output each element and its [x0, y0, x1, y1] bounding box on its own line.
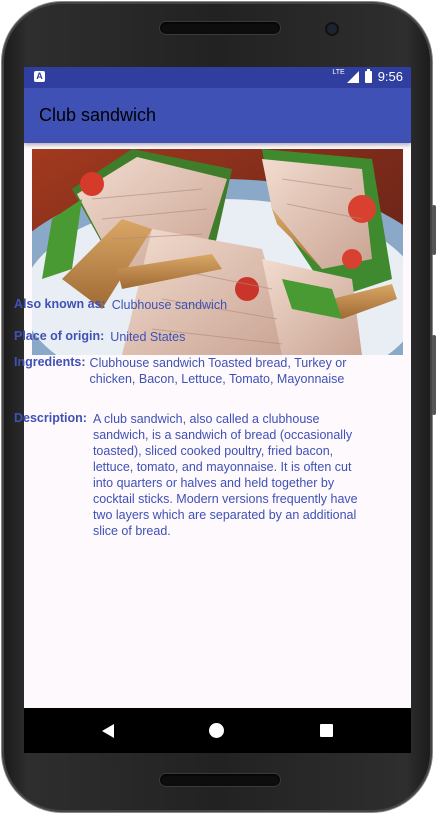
screen: A LTE 9:56 Club sandwich: [24, 67, 411, 752]
volume-button: [432, 205, 436, 255]
origin-value: United States: [110, 330, 186, 344]
ingredients-value: Clubhouse sandwich Toasted bread, Turkey…: [89, 356, 347, 386]
status-indicators: LTE 9:56: [332, 68, 403, 84]
recent-apps-icon[interactable]: [320, 724, 333, 737]
description-label: Description:: [14, 411, 87, 425]
navigation-bar: [24, 708, 411, 753]
lte-label: LTE: [332, 69, 345, 76]
bottom-speaker: [160, 774, 280, 786]
page-title: Club sandwich: [39, 105, 157, 125]
back-icon[interactable]: [102, 724, 114, 738]
also-known-as-label: Also known as:: [14, 297, 106, 311]
status-bar: A LTE 9:56: [24, 67, 411, 88]
also-known-as-value: Clubhouse sandwich: [111, 298, 228, 312]
also-known-as-row: Also known as: Clubhouse sandwich: [14, 297, 227, 313]
notification-a-icon: A: [34, 71, 45, 82]
power-button: [432, 335, 436, 415]
signal-icon: [346, 70, 359, 83]
status-time: 9:56: [377, 69, 403, 84]
description-row: Description: A club sandwich, also calle…: [14, 411, 374, 539]
front-camera: [327, 24, 337, 34]
origin-label: Place of origin:: [14, 329, 105, 343]
ingredients-row: Ingredients: Clubhouse sandwich Toasted …: [14, 355, 374, 387]
description-value: A club sandwich, also called a clubhouse…: [92, 412, 358, 538]
home-icon[interactable]: [209, 723, 224, 738]
ingredients-label: Ingredients:: [14, 355, 86, 369]
earpiece-speaker: [160, 22, 280, 34]
origin-row: Place of origin: United States: [14, 329, 185, 345]
club-sandwich-image: [32, 149, 403, 355]
battery-icon: [364, 68, 372, 83]
